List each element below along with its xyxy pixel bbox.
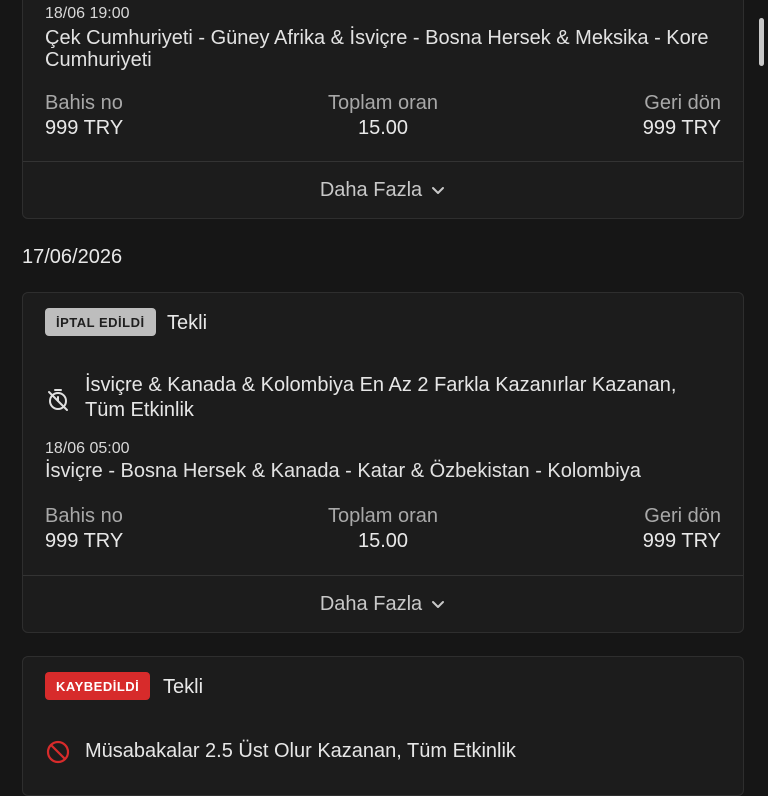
return-label: Geri dön <box>644 92 721 114</box>
more-label: Daha Fazla <box>319 178 423 201</box>
chevron-down-icon <box>432 187 445 194</box>
bet-type: Tekli <box>163 676 204 698</box>
bet-stats: Bahis no 999 TRY Toplam oran 15.00 Geri … <box>45 504 721 554</box>
odds-value: 15.00 <box>357 117 409 139</box>
match-teams: İsviçre - Bosna Hersek & Kanada - Katar … <box>45 460 641 482</box>
odds-value: 15.00 <box>357 530 409 552</box>
status-badge: İPTAL EDİLDİ <box>45 308 156 336</box>
more-button[interactable]: Daha Fazla <box>23 161 743 218</box>
match-time: 18/06 19:00 <box>45 5 130 22</box>
more-label: Daha Fazla <box>319 592 423 615</box>
match-time: 18/06 05:00 <box>45 440 130 457</box>
status-badge: KAYBEDİLDİ <box>45 672 151 700</box>
bet-card-2: İPTAL EDİLDİ Tekli İsviçre & Kanada & Ko… <box>22 292 744 633</box>
bet-card-1: 18/06 19:00 Çek Cumhuriyeti - Güney Afri… <box>22 0 744 219</box>
bet-card-3: KAYBEDİLDİ Tekli Müsabakalar 2.5 Üst Olu… <box>22 656 744 796</box>
return-value: 999 TRY <box>642 117 721 139</box>
stopwatch-off-icon <box>48 389 68 411</box>
return-stat: Geri dön 999 TRY <box>643 504 721 554</box>
return-label: Geri dön <box>644 505 721 527</box>
scrollbar[interactable] <box>759 18 764 66</box>
chevron-down-icon <box>432 601 445 608</box>
bet-stats: Bahis no 999 TRY Toplam oran 15.00 Geri … <box>45 91 721 141</box>
more-button[interactable]: Daha Fazla <box>23 575 743 632</box>
match-teams: Çek Cumhuriyeti - Güney Afrika & İsviçre… <box>45 27 709 71</box>
odds-stat: Toplam oran 15.00 <box>45 504 721 554</box>
odds-label: Toplam oran <box>327 505 439 527</box>
selection-text: Müsabakalar 2.5 Üst Olur Kazanan, Tüm Et… <box>85 740 516 762</box>
odds-stat: Toplam oran 15.00 <box>45 91 721 141</box>
bet-type: Tekli <box>167 312 208 334</box>
return-stat: Geri dön 999 TRY <box>643 91 721 141</box>
odds-label: Toplam oran <box>327 92 439 114</box>
selection-text: İsviçre & Kanada & Kolombiya En Az 2 Far… <box>85 374 677 421</box>
return-value: 999 TRY <box>642 530 721 552</box>
no-entry-icon <box>46 740 70 764</box>
date-heading: 17/06/2026 <box>22 246 123 268</box>
